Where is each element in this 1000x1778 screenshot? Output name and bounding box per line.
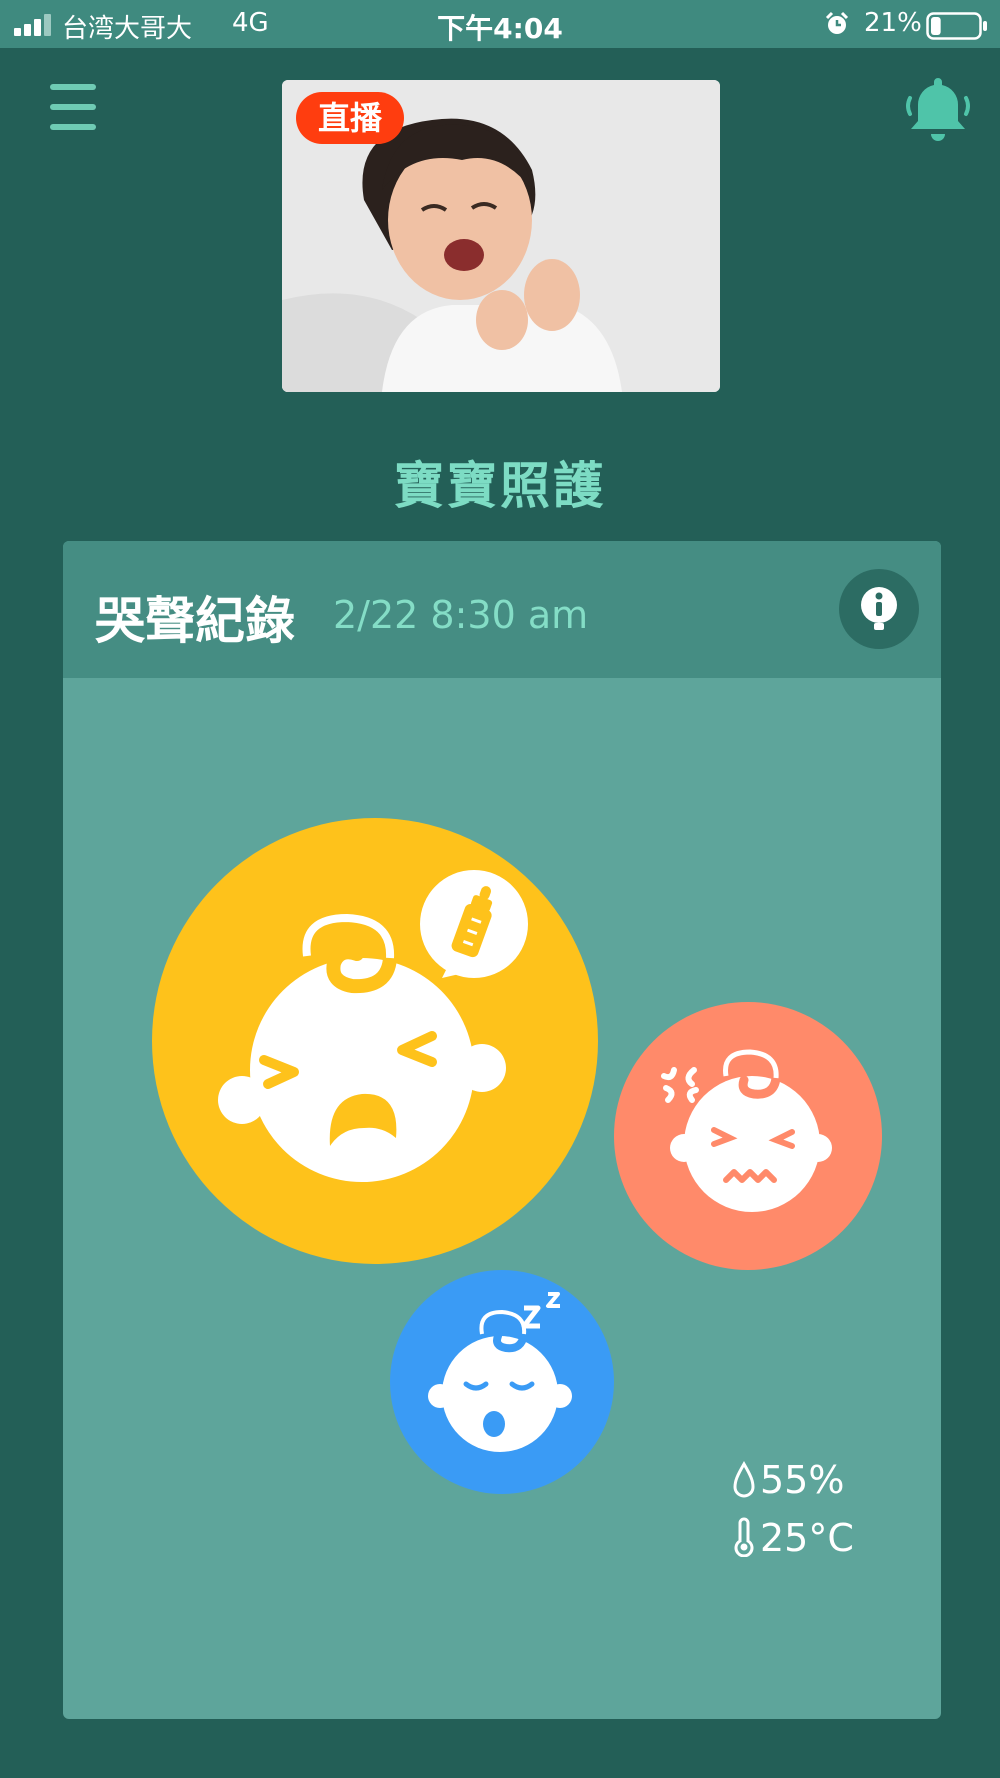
record-date: 2/22 8:30 am	[333, 593, 589, 637]
alarm-icon	[825, 11, 849, 34]
notification-button[interactable]	[898, 70, 978, 150]
hungry-baby-icon	[218, 870, 528, 1182]
humidity-reading: 55%	[732, 1458, 844, 1502]
battery-percent: 21%	[864, 8, 922, 38]
clock: 下午4:04	[437, 12, 563, 45]
sleepy-cry-bubble[interactable]	[390, 1270, 614, 1494]
hungry-cry-bubble[interactable]	[152, 818, 598, 1264]
bell-icon	[906, 78, 970, 141]
status-bar: 台湾大哥大 4G 下午4:04 21%	[0, 0, 1000, 48]
info-button[interactable]	[839, 569, 919, 649]
page-title: 寶寶照護	[394, 457, 606, 515]
humidity-value: 55%	[760, 1458, 845, 1502]
battery-icon	[926, 12, 987, 40]
humidity-icon	[733, 1461, 755, 1498]
card-title: 哭聲紀錄	[95, 592, 295, 650]
temperature-reading: 25°C	[732, 1516, 854, 1560]
live-camera-view[interactable]: 直播	[282, 80, 720, 392]
hamburger-menu-icon	[50, 84, 96, 130]
live-badge: 直播	[296, 92, 405, 144]
info-icon	[861, 587, 897, 630]
menu-button[interactable]	[40, 78, 108, 138]
temperature-value: 25°C	[760, 1516, 854, 1560]
thermometer-icon	[734, 1517, 754, 1558]
angry-cry-bubble[interactable]	[614, 1002, 882, 1270]
sleepy-baby-icon	[428, 1292, 572, 1452]
card-header: 哭聲紀錄 2/22 8:30 am	[63, 541, 941, 678]
angry-baby-icon	[661, 1047, 832, 1212]
